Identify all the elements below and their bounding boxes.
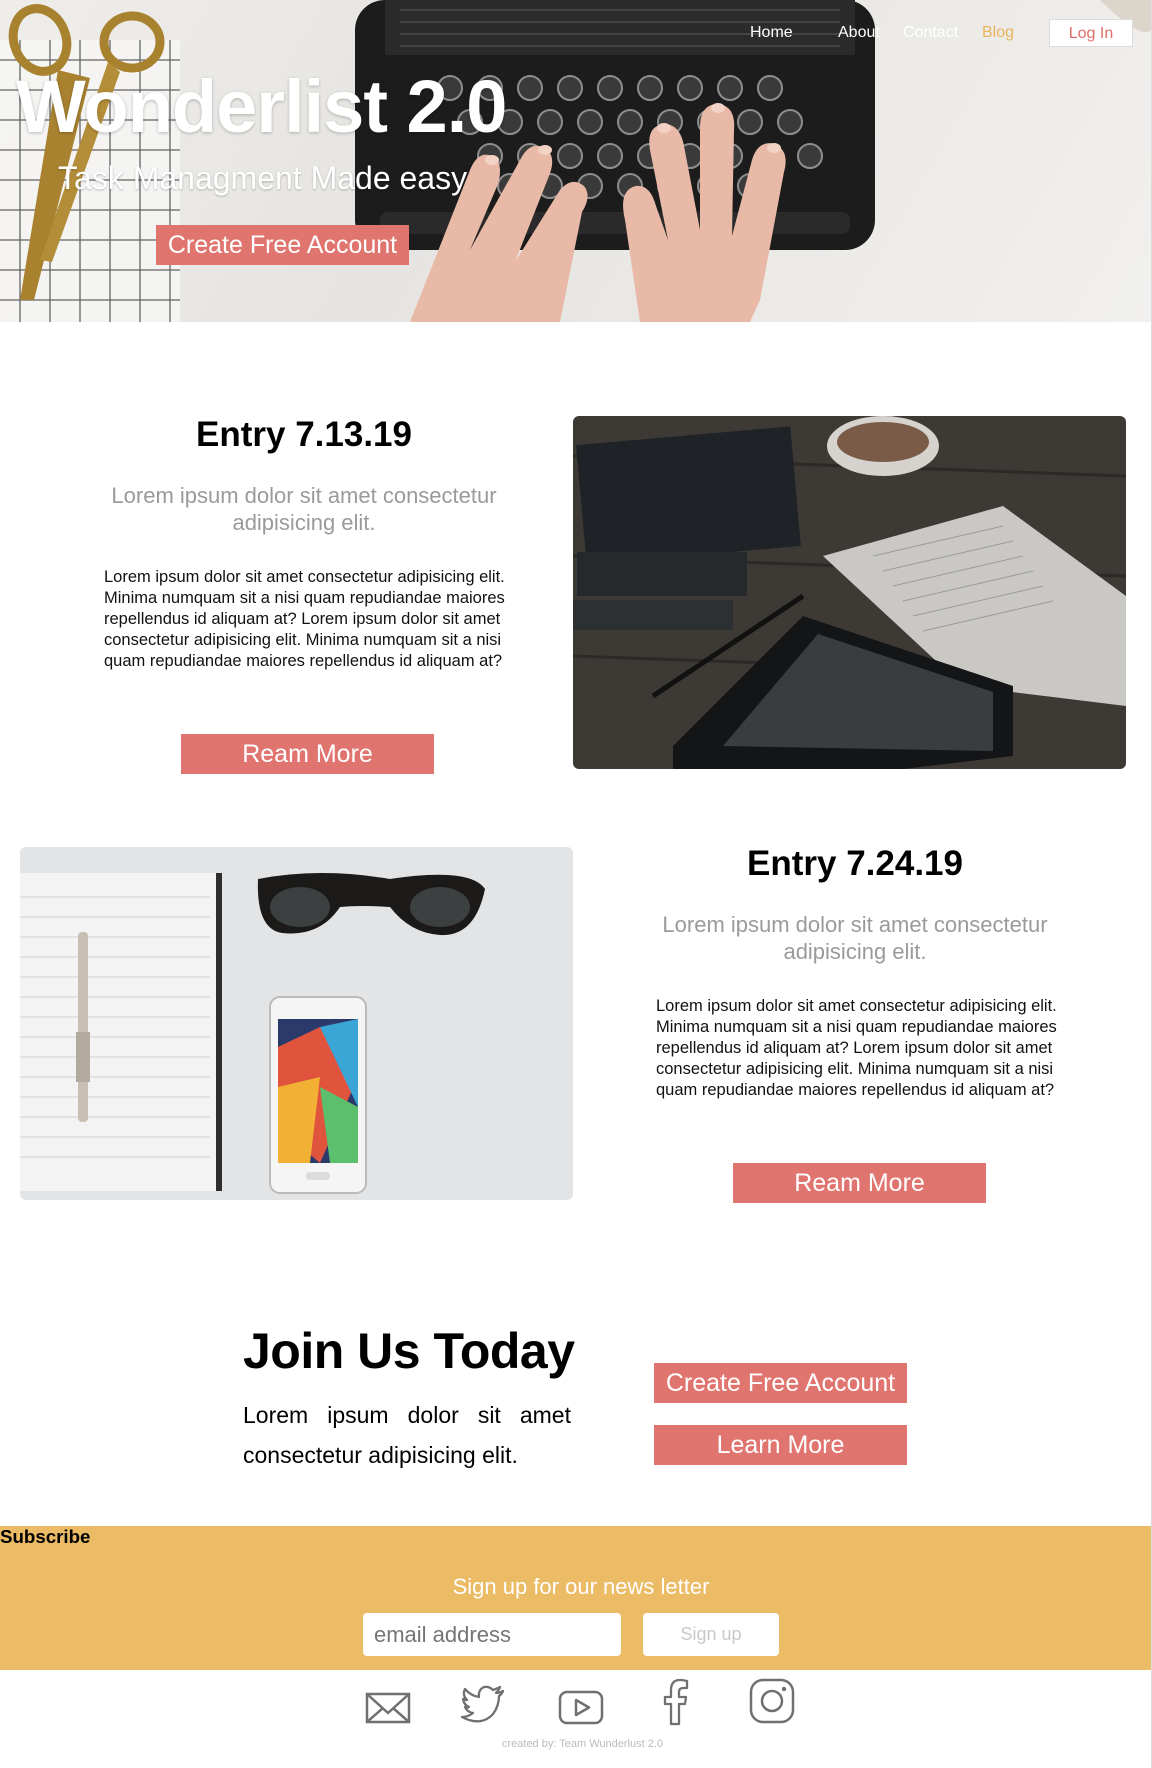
page: Home About Contact Blog Log In Wonderlis… [0,0,1152,1768]
entry-image-notepad-phone [20,847,573,1200]
footer-credit: created by: Team Wunderlust 2.0 [501,1738,663,1750]
hero-section: Home About Contact Blog Log In Wonderlis… [0,0,1151,322]
signup-button[interactable]: Sign up [643,1613,779,1656]
hero-tagline: Task Managment Made easy [58,160,468,196]
instagram-icon[interactable] [748,1677,796,1725]
entry-subtitle: Lorem ipsum dolor sit amet consectetur a… [662,912,1048,964]
hero-title: Wonderlist 2.0 [16,65,507,148]
main-nav: Home About Contact Blog [0,22,1151,52]
entry-title: Entry 7.13.19 [196,415,412,454]
join-text: Lorem ipsum dolor sit amet consectetur a… [243,1402,571,1468]
facebook-icon[interactable] [652,1678,700,1726]
join-create-account-button[interactable]: Create Free Account [654,1363,907,1403]
mail-icon[interactable] [364,1684,412,1732]
youtube-icon[interactable] [557,1683,605,1731]
nav-home[interactable]: Home [750,24,793,42]
nav-blog[interactable]: Blog [982,24,1014,42]
entry-image-notebook-tablet [573,416,1126,769]
entry-title: Entry 7.24.19 [747,844,963,883]
subscribe-text: Sign up for our news letter [452,1574,710,1599]
login-button[interactable]: Log In [1049,19,1133,47]
join-heading: Join Us Today [243,1323,575,1379]
entry-body: Lorem ipsum dolor sit amet consectetur a… [656,997,1057,1099]
entry-subtitle: Lorem ipsum dolor sit amet consectetur a… [111,483,497,535]
read-more-button[interactable]: Ream More [181,734,434,774]
nav-contact[interactable]: Contact [903,24,958,42]
email-field[interactable] [363,1613,621,1656]
learn-more-button[interactable]: Learn More [654,1425,907,1465]
read-more-button[interactable]: Ream More [733,1163,986,1203]
entry-body: Lorem ipsum dolor sit amet consectetur a… [104,568,505,670]
subscribe-heading: Subscribe [0,1526,91,1547]
nav-about[interactable]: About [838,24,880,42]
twitter-icon[interactable] [459,1681,507,1729]
hero-create-account-button[interactable]: Create Free Account [156,225,409,265]
